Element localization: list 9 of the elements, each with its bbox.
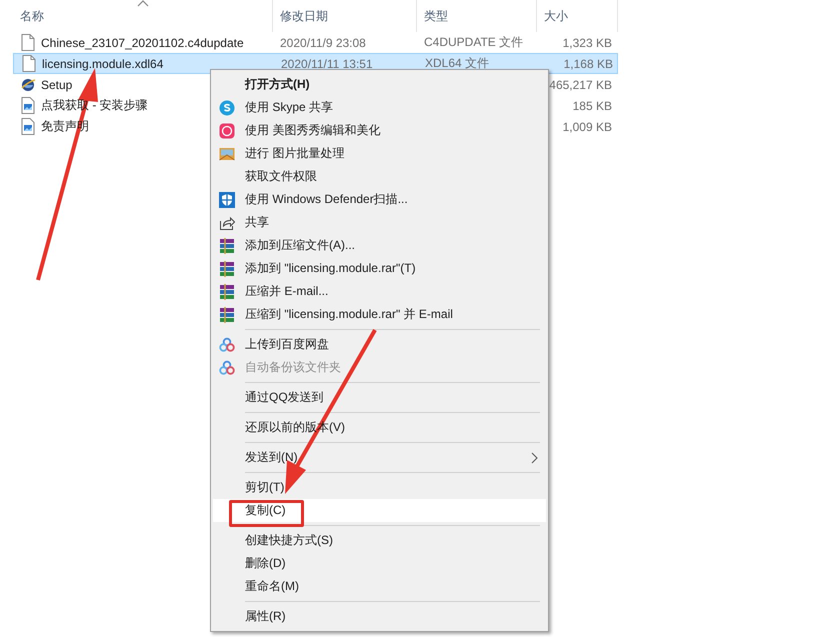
file-type: C4DUPDATE 文件 — [424, 35, 524, 49]
file-size: 1,009 KB — [562, 120, 612, 134]
file-size: 1,168 KB — [564, 56, 613, 70]
file-size: 185 KB — [572, 98, 612, 112]
file-size: 465,217 KB — [549, 78, 612, 92]
file-size: 1,323 KB — [562, 36, 612, 50]
modified-date: 2020/11/11 13:51 — [281, 56, 373, 70]
file-type: XDL64 文件 — [425, 56, 490, 70]
modified-date: 2020/11/9 23:08 — [280, 36, 366, 50]
